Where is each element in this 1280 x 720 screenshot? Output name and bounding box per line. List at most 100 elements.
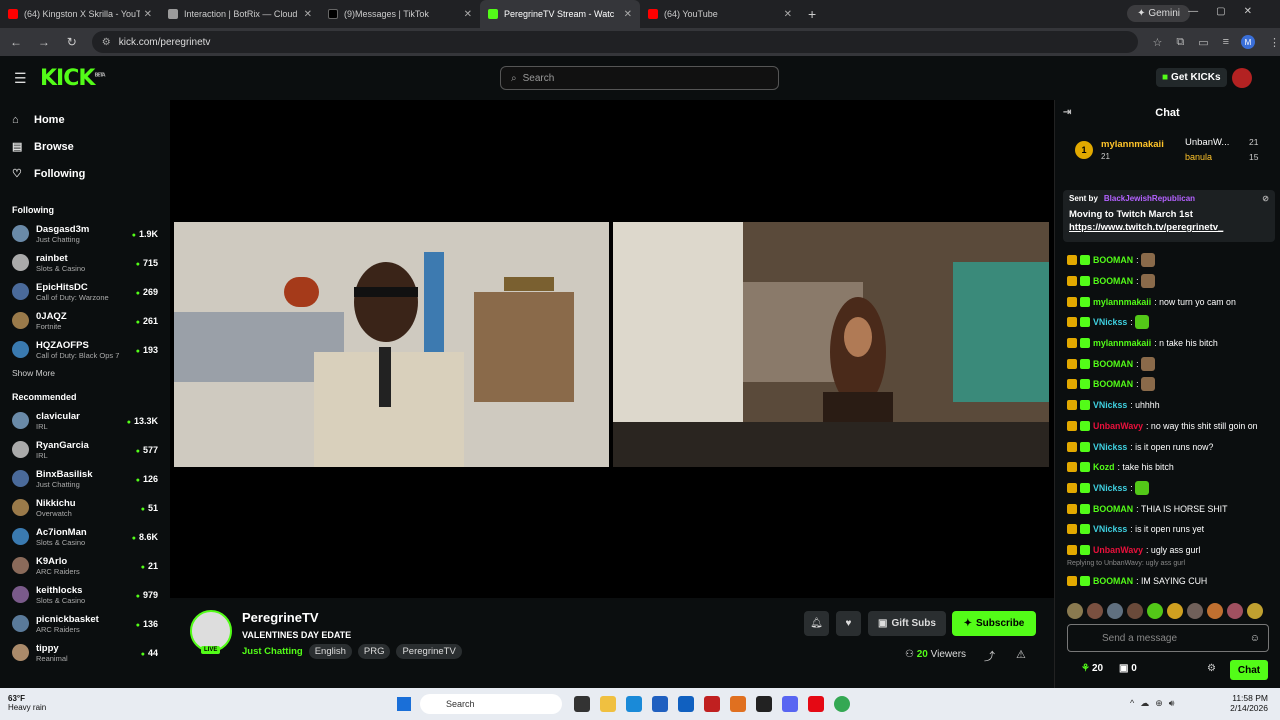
emote-button[interactable] (1067, 603, 1083, 619)
chat-username[interactable]: BOOMAN (1093, 379, 1133, 389)
pinned-link[interactable]: https://www.twitch.tv/peregrinetv_ (1069, 222, 1269, 233)
chat-username[interactable]: BOOMAN (1093, 576, 1133, 586)
emote-button[interactable] (1187, 603, 1203, 619)
taskbar-search[interactable]: Search (420, 694, 562, 714)
show-more-button[interactable]: Show More (0, 364, 170, 384)
close-icon[interactable]: ✕ (304, 9, 312, 20)
channel-item[interactable]: HQZAOFPSCall of Duty: Black Ops 7193 (0, 335, 170, 364)
collapse-chat-icon[interactable]: ⇥ (1063, 107, 1071, 118)
browser-tab[interactable]: (9)Messages | TikTok ✕ (320, 0, 480, 28)
windows-start-icon[interactable] (397, 697, 411, 711)
channel-item[interactable]: RyanGarciaIRL577 (0, 435, 170, 464)
gift-subs-button[interactable]: ▣ Gift Subs (868, 611, 946, 636)
epic-games-icon[interactable] (756, 696, 772, 712)
chat-settings-gear-icon[interactable]: ⚙ (1207, 663, 1216, 674)
chat-emote[interactable] (1135, 315, 1150, 330)
browser-tab[interactable]: (64) Kingston X Skrilla - YouTub ✕ (0, 0, 160, 28)
chat-username[interactable]: VNickss (1093, 400, 1127, 410)
emote-button[interactable] (1107, 603, 1123, 619)
gift-counter[interactable]: ▣ 0 (1119, 663, 1137, 674)
sidebar-item-browse[interactable]: ▤ Browse (0, 133, 170, 160)
netflix-icon[interactable] (808, 696, 824, 712)
report-flag-icon[interactable]: ⚠ (1016, 648, 1026, 661)
chat-username[interactable]: BOOMAN (1093, 359, 1133, 369)
emoji-picker-icon[interactable]: ☺ (1250, 633, 1260, 644)
task-view-icon[interactable] (574, 696, 590, 712)
chat-username[interactable]: mylannmakaii (1093, 338, 1151, 348)
chat-username[interactable]: BOOMAN (1093, 255, 1133, 265)
file-explorer-icon[interactable] (600, 696, 616, 712)
user-avatar[interactable] (1232, 68, 1252, 88)
emote-button[interactable] (1147, 603, 1163, 619)
app-icon[interactable] (704, 696, 720, 712)
chat-emote[interactable] (1140, 274, 1155, 289)
channel-item[interactable]: 0JAQZFortnite261 (0, 306, 170, 335)
browser-tab[interactable]: (64) YouTube ✕ (640, 0, 800, 28)
channel-item[interactable]: BinxBasiliskJust Chatting126 (0, 464, 170, 493)
video-player[interactable] (170, 100, 1054, 598)
bookmark-star-icon[interactable]: ☆ (1152, 36, 1162, 49)
channel-item[interactable]: tippyReanimal44 (0, 638, 170, 667)
extensions-icon[interactable]: ⧉ (1176, 36, 1184, 49)
site-info-icon[interactable]: ⚙ (102, 37, 111, 48)
chat-username[interactable]: BOOMAN (1093, 504, 1133, 514)
emote-button[interactable] (1087, 603, 1103, 619)
edge-icon[interactable] (626, 696, 642, 712)
hamburger-menu-icon[interactable]: ☰ (14, 70, 27, 87)
search-input[interactable]: ⌕ Search (500, 66, 779, 90)
chat-username[interactable]: UnbanWavy (1093, 545, 1143, 555)
chat-emote[interactable] (1140, 356, 1155, 371)
channel-points[interactable]: ⚘ 20 (1081, 663, 1103, 674)
emote-button[interactable] (1227, 603, 1243, 619)
unpin-icon[interactable]: ⊘ (1262, 194, 1269, 203)
leader-name[interactable]: UnbanW... (1185, 137, 1229, 148)
stream-category-link[interactable]: Just Chatting (242, 646, 303, 657)
browser-tab-active[interactable]: PeregrineTV Stream - Watc ✕ (480, 0, 640, 28)
chat-username[interactable]: Kozd (1093, 462, 1115, 472)
kick-logo[interactable]: KICKBETA (40, 66, 106, 91)
chat-emote[interactable] (1135, 480, 1150, 495)
channel-item[interactable]: keithlocksSlots & Casino979 (0, 580, 170, 609)
system-tray[interactable]: ^☁⊕🔊︎ (1130, 698, 1180, 709)
stream-tag[interactable]: PRG (357, 644, 391, 659)
notification-bell-button[interactable]: 🔔︎ (804, 611, 829, 636)
streamer-name[interactable]: PeregrineTV (242, 610, 319, 625)
chat-message-input[interactable]: Send a message ☺ (1067, 624, 1269, 652)
channel-item[interactable]: NikkichuOverwatch51 (0, 493, 170, 522)
get-kicks-button[interactable]: ■ Get KICKs (1156, 68, 1227, 87)
taskbar-clock[interactable]: 11:58 PM 2/14/2026 (1230, 693, 1268, 713)
channel-item[interactable]: rainbetSlots & Casino715 (0, 248, 170, 277)
channel-item[interactable]: EpicHitsDCCall of Duty: Warzone269 (0, 277, 170, 306)
channel-item[interactable]: clavicularIRL13.3K (0, 406, 170, 435)
chat-emote[interactable] (1140, 253, 1155, 268)
forward-icon[interactable]: → (32, 35, 56, 49)
stream-tag[interactable]: PeregrineTV (396, 644, 462, 659)
chat-username[interactable]: VNickss (1093, 483, 1127, 493)
url-input[interactable]: ⚙ kick.com/peregrinetv (91, 31, 1139, 53)
discord-icon[interactable] (782, 696, 798, 712)
chat-username[interactable]: UnbanWavy (1093, 421, 1143, 431)
channel-item[interactable]: Dasgasd3mJust Chatting1.9K (0, 219, 170, 248)
chat-send-button[interactable]: Chat (1230, 660, 1268, 680)
firefox-icon[interactable] (730, 696, 746, 712)
emote-button[interactable] (1247, 603, 1263, 619)
leader-name[interactable]: mylannmakaii (1101, 139, 1164, 150)
menu-icon[interactable]: ⋮ (1269, 36, 1280, 49)
outlook-icon[interactable] (678, 696, 694, 712)
chat-username[interactable]: mylannmakaii (1093, 297, 1151, 307)
new-tab-icon[interactable]: + (808, 6, 816, 22)
channel-item[interactable]: Ac7ionManSlots & Casino8.6K (0, 522, 170, 551)
weather-widget[interactable]: 63°F Heavy rain (8, 694, 46, 712)
media-icon[interactable]: ≡ (1223, 36, 1229, 48)
gemini-button[interactable]: ✦ Gemini (1127, 5, 1190, 22)
sidebar-item-following[interactable]: ♡ Following (0, 160, 170, 187)
emote-button[interactable] (1127, 603, 1143, 619)
chat-username[interactable]: VNickss (1093, 442, 1127, 452)
follow-heart-button[interactable]: ♥ (836, 611, 861, 636)
back-icon[interactable]: ← (4, 35, 28, 49)
browser-tab[interactable]: Interaction | BotRix — Cloud Str ✕ (160, 0, 320, 28)
reload-icon[interactable]: ↻ (60, 35, 84, 49)
reply-reference[interactable]: Replying to UnbanWavy: ugly ass gurl (1067, 560, 1277, 570)
pinned-sender[interactable]: BlackJewishRepublican (1104, 194, 1195, 203)
leader-name[interactable]: banula (1185, 152, 1212, 162)
